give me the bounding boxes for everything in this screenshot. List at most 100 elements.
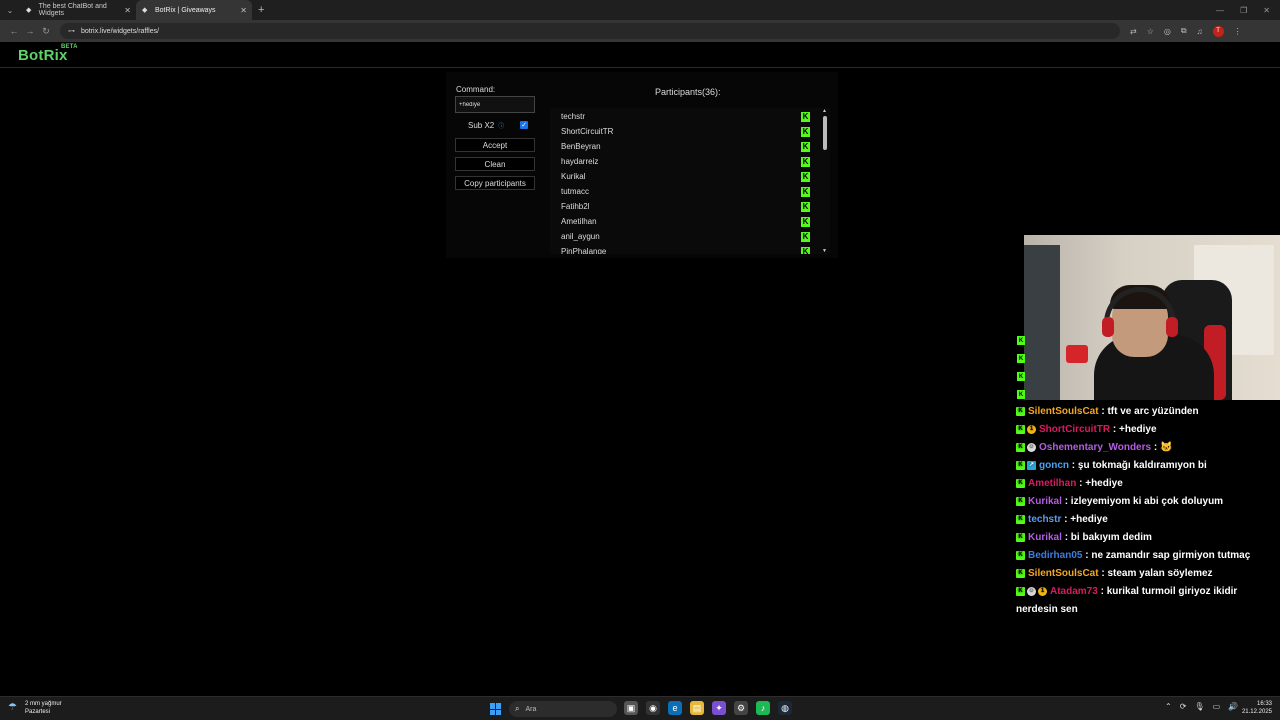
kick-platform-icon: K (801, 141, 810, 152)
kick-badge-icon: K (1016, 424, 1025, 434)
chat-message: K ☺ 1 Atadam73 : kurikal turmoil giriyoz ik… (1016, 583, 1280, 619)
new-tab-icon[interactable]: + (258, 4, 264, 16)
chrome-icon[interactable]: ◉ (646, 701, 660, 715)
kick-badge-icon: K (1017, 390, 1025, 399)
command-input[interactable] (455, 96, 535, 113)
participant-row[interactable]: Fatihb2l K (550, 199, 820, 214)
weather-line1: 2 mm yağmur (25, 701, 62, 707)
chat-message: K Kurikal : izleyemiyom ki abi çok doluyu… (1016, 493, 1280, 511)
chat-text: : bi bakıyım dedim (1064, 532, 1152, 543)
windows-start-icon[interactable] (490, 703, 502, 715)
participants-list[interactable]: techstr K ShortCircuitTR K BenBeyran Khaydarr… (550, 108, 830, 254)
close-icon[interactable]: ✕ (240, 6, 247, 15)
kick-badge-icon: K (1016, 550, 1025, 560)
kick-badge-icon: K (1017, 354, 1025, 363)
beta-badge: BETA (61, 44, 78, 50)
botrix-logo[interactable]: BotRix BETA (18, 44, 78, 64)
participant-name: Ametilhan (561, 217, 597, 226)
steam-icon[interactable]: ◍ (778, 701, 792, 715)
settings-gear-icon[interactable]: ⚙ (734, 701, 748, 715)
incognito-icon[interactable]: ◎ (1164, 27, 1171, 36)
media-icon[interactable]: ♫ (1197, 27, 1203, 36)
scroll-up-icon[interactable]: ▲ (822, 108, 827, 114)
chat-username: Kurikal (1028, 496, 1062, 507)
sub-x2-checkbox[interactable]: ✓ (520, 121, 528, 129)
participant-row[interactable]: ShortCircuitTR K (550, 124, 820, 139)
weather-widget[interactable]: ☂ 2 mm yağmur Pazartesi (8, 700, 62, 716)
profile-avatar[interactable]: T (1212, 25, 1224, 37)
participants-scrollbar[interactable]: ▲ ▼ (822, 108, 828, 254)
chat-message: K ☺ Oshementary_Wonders : 🐱 (1016, 439, 1280, 457)
kick-badge-icon: K (1017, 336, 1025, 345)
chevron-up-icon[interactable]: ⌃ (1165, 702, 1172, 711)
chat-message: K ↗ goncn : şu tokmağı kaldıramıyon bi (1016, 457, 1280, 475)
participant-row[interactable]: tutmacc K (550, 184, 820, 199)
copy-participants-button[interactable]: Copy participants (455, 176, 535, 190)
spotify-icon[interactable]: ♪ (756, 701, 770, 715)
webcam-toy (1066, 345, 1088, 363)
chat-badges: K (1016, 568, 1025, 578)
chat-badges: K ☺ (1016, 442, 1036, 452)
kick-platform-icon: K (801, 231, 810, 242)
participant-name: PinPhalange (561, 247, 607, 254)
participant-name: BenBeyran (561, 142, 601, 151)
webcam-headset-ear (1102, 317, 1114, 337)
kick-badge-icon: K (1016, 586, 1025, 596)
windows-taskbar: ☂ 2 mm yağmur Pazartesi ⌕ Ara ▣ ◉ e ▤ ✦ … (0, 696, 1280, 720)
clean-button[interactable]: Clean (455, 157, 535, 171)
participant-name: Fatihb2l (561, 202, 590, 211)
app-header: BotRix BETA (0, 42, 1280, 68)
accept-button[interactable]: Accept (455, 138, 535, 152)
scroll-down-icon[interactable]: ▼ (822, 248, 827, 254)
back-icon[interactable]: ← (6, 26, 22, 36)
participant-row[interactable]: Ametilhan K (550, 214, 820, 229)
address-bar[interactable]: ⊶ botrix.live/widgets/raffles/ (60, 23, 1120, 39)
participant-row[interactable]: haydarreiz K (550, 154, 820, 169)
reload-icon[interactable]: ↻ (38, 26, 54, 37)
chat-message: Ktechstr : +hediye (1016, 511, 1280, 529)
sync-icon[interactable]: ⟳ (1180, 702, 1187, 711)
file-explorer-icon[interactable]: ▤ (690, 701, 704, 715)
taskbar-search[interactable]: ⌕ Ara (509, 701, 617, 717)
chat-username: Kurikal (1028, 532, 1062, 543)
participant-row[interactable]: Kurikal K (550, 169, 820, 184)
info-icon[interactable]: ⓘ (498, 121, 504, 130)
translate-icon[interactable]: ⇄ (1130, 27, 1137, 36)
extensions-icon[interactable]: ⧉ (1181, 26, 1187, 36)
restore-icon[interactable]: ❐ (1240, 6, 1247, 15)
tab-botrix-giveaways[interactable]: ◆ BotRix | Giveaways ✕ (136, 0, 252, 20)
bookmark-star-icon[interactable]: ☆ (1147, 27, 1154, 36)
weather-line2: Pazartesi (25, 709, 51, 715)
tab-search-icon[interactable]: ⌄ (0, 0, 20, 20)
chat-message: K Ametilhan : +hediye (1016, 475, 1280, 493)
volume-icon[interactable]: 🔊 (1228, 702, 1238, 711)
kick-platform-icon: K (801, 126, 810, 137)
scroll-thumb[interactable] (823, 116, 827, 150)
mic-icon[interactable]: 🎙 (1194, 702, 1204, 711)
close-window-icon[interactable]: ✕ (1263, 6, 1270, 15)
participant-name: ShortCircuitTR (561, 127, 614, 136)
system-clock[interactable]: 16:33 21.12.2025 (1242, 700, 1272, 716)
tab-botrix-chatbot[interactable]: ◆ The best ChatBot and Widgets ✕ (20, 0, 136, 20)
edge-icon[interactable]: e (668, 701, 682, 715)
minimize-icon[interactable]: — (1216, 6, 1224, 15)
participant-name: Kurikal (561, 172, 586, 181)
app-icon[interactable]: ✦ (712, 701, 726, 715)
participant-row[interactable]: PinPhalange K (550, 244, 820, 254)
sub-x2-row: Sub X2 ⓘ (468, 121, 504, 130)
og-badge-icon: ☺ (1027, 586, 1036, 596)
menu-icon[interactable]: ⋮ (1234, 27, 1242, 36)
site-info-icon[interactable]: ⊶ (68, 27, 75, 35)
chat-text: : 🐱 (1153, 442, 1173, 453)
network-icon[interactable]: ▭ (1213, 702, 1221, 711)
participant-row[interactable]: anil_aygun K (550, 229, 820, 244)
participant-row[interactable]: BenBeyran K (550, 139, 820, 154)
task-view-icon[interactable]: ▣ (624, 701, 638, 715)
forward-icon[interactable]: → (22, 26, 38, 36)
participant-name: techstr (561, 112, 586, 121)
chat-username: Bedirhan05 (1028, 550, 1083, 561)
close-icon[interactable]: ✕ (124, 6, 131, 15)
sub-x2-label: Sub X2 (468, 121, 495, 130)
participant-row[interactable]: techstr K (550, 109, 820, 124)
chat-username: techstr (1028, 514, 1062, 525)
